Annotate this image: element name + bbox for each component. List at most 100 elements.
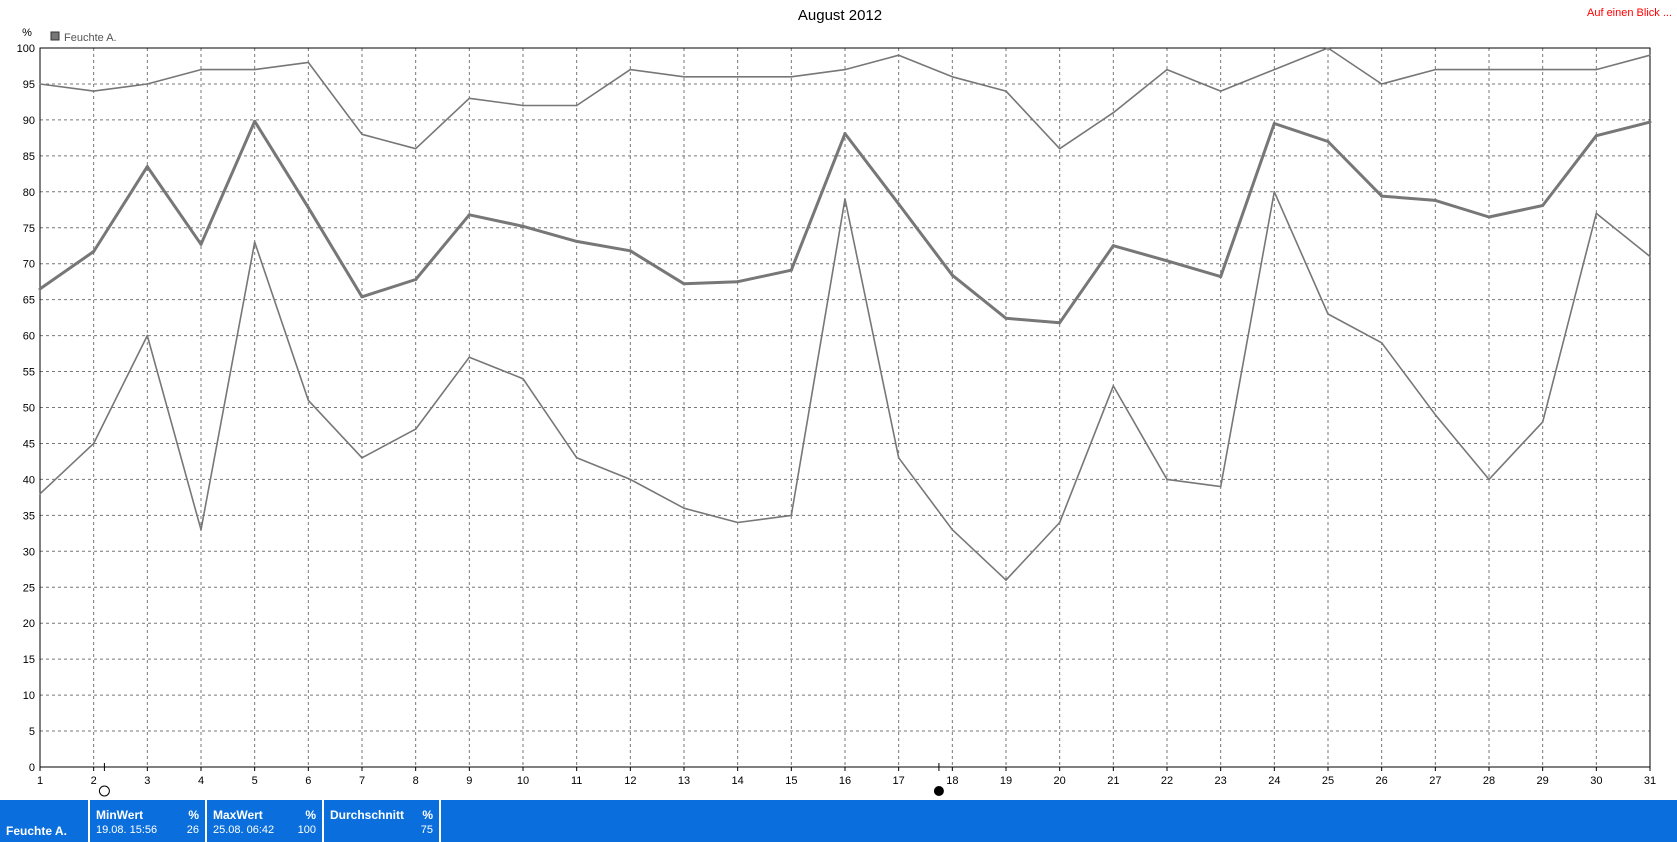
data-point-avg [92,249,96,253]
stats-min-header: MinWert [96,808,144,822]
x-tick-label: 3 [144,775,150,787]
stats-avg-unit: % [422,808,433,822]
data-point-max [468,97,471,100]
data-point-max [361,133,363,136]
overview-link[interactable]: Auf einen Blick ... [1587,7,1672,19]
x-tick-label: 22 [1161,775,1173,787]
data-point-min [1112,385,1115,387]
data-point-avg [38,287,42,291]
data-point-max [951,75,954,78]
data-point-avg [1541,203,1545,207]
data-point-avg [950,273,954,277]
y-tick-label: 20 [23,618,35,630]
data-point-avg [253,119,257,123]
legend-swatch [50,31,60,41]
x-tick-label: 7 [359,775,365,787]
data-point-max [39,83,41,85]
x-tick-label: 27 [1429,775,1441,787]
data-point-min [1488,478,1490,481]
humidity-chart: August 2012 Auf einen Blick ... % Feucht… [17,7,1672,797]
data-point-min [200,528,202,531]
stats-min-unit: % [188,808,199,822]
y-tick-label: 70 [23,259,35,271]
x-tick-label: 16 [839,775,851,787]
data-point-max [844,68,846,71]
data-point-avg [414,278,418,282]
data-point-min [307,399,310,402]
y-tick-label: 100 [17,43,35,55]
y-tick-label: 0 [29,762,35,774]
data-point-min [1649,255,1651,258]
x-tick-label: 23 [1215,775,1227,787]
x-tick-label: 6 [305,775,311,787]
x-tick-label: 31 [1644,775,1656,787]
x-tick-label: 24 [1268,775,1280,787]
data-point-avg [1487,215,1491,219]
data-point-avg [1326,139,1330,143]
stats-max-value: 100 [297,824,316,836]
x-tick-label: 21 [1107,775,1119,787]
data-point-min [414,428,417,430]
data-point-min [629,478,632,481]
data-point-max [1649,54,1651,56]
data-point-min [790,514,793,517]
y-tick-label: 40 [23,474,35,486]
data-point-max [629,68,632,71]
data-point-max [522,104,524,107]
data-point-max [1541,68,1544,71]
data-point-min [683,507,685,509]
data-point-min [844,198,846,200]
data-point-min [1166,478,1168,481]
data-point-max [1273,68,1276,71]
x-tick-label: 28 [1483,775,1495,787]
stats-row-label: Feuchte A. [6,824,67,838]
data-point-avg [1058,321,1062,325]
legend-label: Feuchte A. [64,32,117,44]
data-point-min [1327,313,1329,315]
full-moon-icon [98,785,110,797]
data-point-max [1005,90,1007,92]
data-point-max [1434,68,1437,71]
stats-min-value: 26 [186,824,199,836]
data-point-avg [575,239,579,243]
y-tick-label: 60 [23,331,35,343]
stats-min-cell: MinWert % 19.08. 15:56 26 [88,800,205,842]
data-point-avg [736,280,740,284]
x-tick-label: 10 [517,775,529,787]
stats-min-time: 19.08. 15:56 [96,824,158,836]
x-tick-label: 14 [732,775,744,787]
data-point-avg [1594,134,1598,138]
x-tick-label: 19 [1000,775,1012,787]
y-tick-label: 15 [23,654,35,666]
data-point-min [1380,341,1383,344]
stats-avg-cell: Durchschnitt % 75 [322,800,441,842]
data-point-min [1541,421,1544,423]
data-point-min [1219,485,1222,488]
data-point-avg [521,224,525,228]
data-point-max [307,61,310,64]
x-tick-label: 30 [1590,775,1602,787]
data-point-min [897,457,900,459]
data-point-max [1327,47,1329,49]
data-point-avg [145,165,149,169]
data-point-min [146,334,149,337]
x-tick-label: 18 [946,775,958,787]
data-point-max [1380,83,1383,85]
data-point-max [575,104,578,107]
data-point-max [683,75,685,78]
data-point-min [92,442,95,445]
data-point-min [1595,212,1598,215]
data-point-avg [306,206,310,210]
data-point-max [1219,90,1222,92]
y-tick-label: 30 [23,546,35,558]
data-point-max [1058,147,1061,150]
data-point-min [361,457,363,459]
data-point-avg [628,249,632,253]
data-point-avg [1004,316,1008,320]
stats-avg-value: 75 [420,824,433,836]
data-point-max [790,75,793,78]
y-tick-label: 45 [23,438,35,450]
data-point-avg [1272,121,1276,125]
data-point-max [1166,68,1168,71]
y-tick-label: 95 [23,79,35,91]
